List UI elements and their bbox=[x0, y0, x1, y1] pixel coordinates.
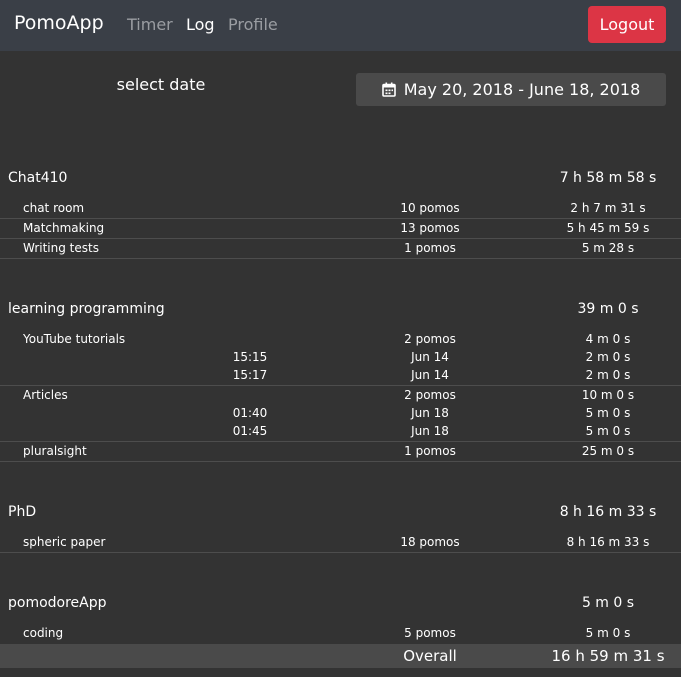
group-name: pomodoreApp bbox=[8, 595, 107, 611]
task-pomos: 2 pomos bbox=[404, 388, 456, 402]
task-time: 2 h 7 m 31 s bbox=[570, 201, 646, 215]
group-name: PhD bbox=[8, 504, 37, 520]
task-time: 8 h 16 m 33 s bbox=[566, 535, 650, 549]
task-name: coding bbox=[23, 626, 64, 640]
task-pomos: 18 pomos bbox=[400, 535, 460, 549]
task-row[interactable]: Articles 2 pomos 10 m 0 s bbox=[0, 388, 681, 406]
task-row[interactable]: chat room 10 pomos 2 h 7 m 31 s bbox=[0, 201, 681, 219]
group-header[interactable]: PhD 8 h 16 m 33 s bbox=[0, 504, 681, 526]
date-range-picker[interactable]: May 20, 2018 - June 18, 2018 bbox=[356, 73, 666, 106]
group-total: 8 h 16 m 33 s bbox=[559, 504, 657, 520]
task-name: Writing tests bbox=[23, 241, 99, 255]
entry-time: 5 m 0 s bbox=[585, 406, 631, 420]
task-time: 5 h 45 m 59 s bbox=[566, 221, 650, 235]
entry-row: 01:45 Jun 18 5 m 0 s bbox=[0, 424, 681, 442]
group-header[interactable]: pomodoreApp 5 m 0 s bbox=[0, 595, 681, 617]
task-name: pluralsight bbox=[23, 444, 87, 458]
overall-label: Overall bbox=[403, 647, 457, 665]
date-range-text: May 20, 2018 - June 18, 2018 bbox=[403, 80, 641, 99]
entry-clock: 01:45 bbox=[232, 424, 268, 438]
group-name: Chat410 bbox=[8, 170, 68, 186]
entry-clock: 15:17 bbox=[232, 368, 268, 382]
nav-link-timer[interactable]: Timer bbox=[127, 15, 173, 34]
task-pomos: 2 pomos bbox=[404, 332, 456, 346]
task-time: 4 m 0 s bbox=[585, 332, 631, 346]
task-name: YouTube tutorials bbox=[23, 332, 126, 346]
group-header[interactable]: Chat410 7 h 58 m 58 s bbox=[0, 170, 681, 192]
task-row[interactable]: pluralsight 1 pomos 25 m 0 s bbox=[0, 444, 681, 462]
entry-time: 2 m 0 s bbox=[585, 350, 631, 364]
navbar: PomoApp Timer Log Profile Logout bbox=[0, 0, 681, 51]
calendar-icon bbox=[381, 82, 396, 97]
nav-link-profile[interactable]: Profile bbox=[228, 15, 278, 34]
brand-logo[interactable]: PomoApp bbox=[14, 12, 104, 34]
task-time: 5 m 28 s bbox=[581, 241, 635, 255]
entry-clock: 01:40 bbox=[232, 406, 268, 420]
entry-date: Jun 14 bbox=[411, 368, 449, 382]
logout-button[interactable]: Logout bbox=[588, 6, 666, 43]
task-pomos: 1 pomos bbox=[404, 444, 456, 458]
group-header[interactable]: learning programming 39 m 0 s bbox=[0, 301, 681, 323]
task-row[interactable]: YouTube tutorials 2 pomos 4 m 0 s bbox=[0, 332, 681, 350]
entry-date: Jun 18 bbox=[411, 406, 449, 420]
task-pomos: 1 pomos bbox=[404, 241, 456, 255]
task-time: 25 m 0 s bbox=[581, 444, 635, 458]
task-name: spheric paper bbox=[23, 535, 106, 549]
entry-time: 2 m 0 s bbox=[585, 368, 631, 382]
entry-clock: 15:15 bbox=[232, 350, 268, 364]
task-time: 5 m 0 s bbox=[585, 626, 631, 640]
task-row[interactable]: Writing tests 1 pomos 5 m 28 s bbox=[0, 241, 681, 259]
overall-row: Overall 16 h 59 m 31 s bbox=[0, 644, 681, 668]
group-name: learning programming bbox=[8, 301, 165, 317]
task-name: chat room bbox=[23, 201, 85, 215]
group-total: 7 h 58 m 58 s bbox=[559, 170, 657, 186]
task-pomos: 5 pomos bbox=[404, 626, 456, 640]
task-pomos: 13 pomos bbox=[400, 221, 460, 235]
entry-row: 15:15 Jun 14 2 m 0 s bbox=[0, 350, 681, 368]
task-row[interactable]: spheric paper 18 pomos 8 h 16 m 33 s bbox=[0, 535, 681, 553]
select-date-label: select date bbox=[116, 75, 206, 94]
entry-time: 5 m 0 s bbox=[585, 424, 631, 438]
entry-row: 01:40 Jun 18 5 m 0 s bbox=[0, 406, 681, 424]
task-row[interactable]: Matchmaking 13 pomos 5 h 45 m 59 s bbox=[0, 221, 681, 239]
task-row[interactable]: coding 5 pomos 5 m 0 s bbox=[0, 626, 681, 644]
entry-row: 15:17 Jun 14 2 m 0 s bbox=[0, 368, 681, 386]
entry-date: Jun 14 bbox=[411, 350, 449, 364]
nav-link-log[interactable]: Log bbox=[186, 15, 215, 34]
overall-total: 16 h 59 m 31 s bbox=[551, 647, 665, 665]
task-name: Matchmaking bbox=[23, 221, 105, 235]
task-name: Articles bbox=[23, 388, 68, 402]
group-total: 39 m 0 s bbox=[577, 301, 639, 317]
entry-date: Jun 18 bbox=[411, 424, 449, 438]
group-total: 5 m 0 s bbox=[581, 595, 635, 611]
task-time: 10 m 0 s bbox=[581, 388, 635, 402]
task-pomos: 10 pomos bbox=[400, 201, 460, 215]
